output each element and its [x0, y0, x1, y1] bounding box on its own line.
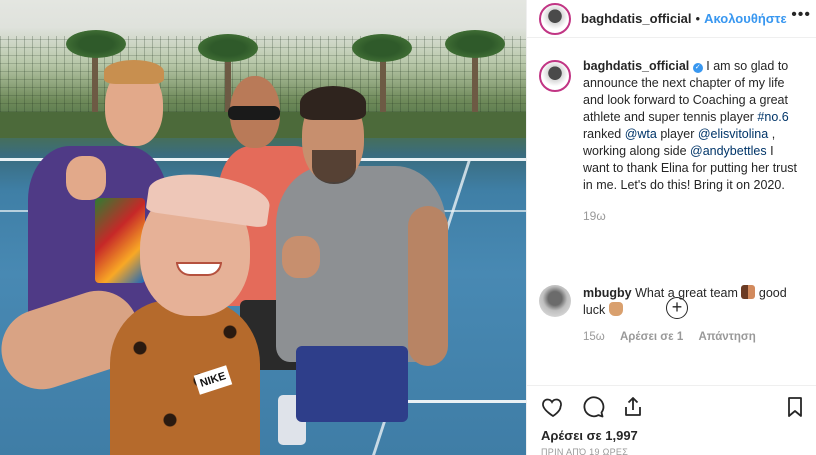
hands-emoji-icon — [741, 285, 756, 299]
avatar[interactable] — [539, 2, 571, 35]
likes-count[interactable]: Αρέσει σε 1,997 — [541, 428, 638, 443]
verified-icon: ✓ — [692, 63, 703, 73]
caption: baghdatis_official ✓ I am so glad to ann… — [527, 52, 816, 225]
caption-username[interactable]: baghdatis_official — [583, 59, 689, 73]
comment-text: What a great team — [635, 286, 742, 300]
caption-timestamp[interactable]: 19ω — [583, 208, 803, 225]
caption-text: ranked — [583, 127, 625, 141]
follow-button[interactable]: Ακολουθήστε — [704, 11, 787, 26]
post-photo[interactable]: NIKE — [0, 0, 526, 455]
reply-button[interactable]: Απάντηση — [698, 331, 755, 343]
post-date[interactable]: ΠΡΙΝ ΑΠΌ 19 ΩΡΕΣ — [541, 447, 628, 455]
comment: mbugby What a great team good luck 15ω Α… — [527, 279, 816, 346]
palm-foliage — [66, 30, 126, 58]
palm-foliage — [352, 34, 412, 62]
avatar[interactable] — [539, 285, 571, 317]
username-link[interactable]: baghdatis_official — [581, 11, 692, 26]
comment-icon[interactable] — [581, 395, 605, 419]
palm-foliage — [445, 30, 505, 58]
comment-username[interactable]: mbugby — [583, 286, 632, 300]
heart-icon[interactable] — [541, 395, 565, 419]
caption-text: player — [656, 127, 698, 141]
comment-likes[interactable]: Αρέσει σε 1 — [620, 331, 683, 343]
bookmark-icon[interactable] — [783, 395, 807, 419]
header-separator: • — [695, 11, 701, 26]
comments-list[interactable]: baghdatis_official ✓ I am so glad to ann… — [527, 52, 816, 387]
hashtag-link[interactable]: #no.6 — [757, 110, 788, 124]
avatar[interactable] — [539, 60, 571, 92]
mention-link[interactable]: @wta — [625, 127, 657, 141]
post-sidebar: baghdatis_official • Ακολουθήστε ••• bag… — [526, 0, 816, 455]
mention-link[interactable]: @andybettles — [690, 144, 767, 158]
post-header: baghdatis_official • Ακολουθήστε ••• — [527, 0, 816, 38]
share-icon[interactable] — [621, 395, 645, 419]
thumbs-up-emoji-icon — [608, 302, 623, 316]
comment-meta: 15ω Αρέσει σε 1 Απάντηση — [583, 329, 803, 346]
post-actions: Αρέσει σε 1,997 ΠΡΙΝ ΑΠΌ 19 ΩΡΕΣ — [527, 385, 816, 455]
comment-timestamp[interactable]: 15ω — [583, 331, 605, 343]
mention-link[interactable]: @elisvitolina — [698, 127, 768, 141]
palm-foliage — [198, 34, 258, 62]
more-icon[interactable]: ••• — [791, 6, 811, 24]
